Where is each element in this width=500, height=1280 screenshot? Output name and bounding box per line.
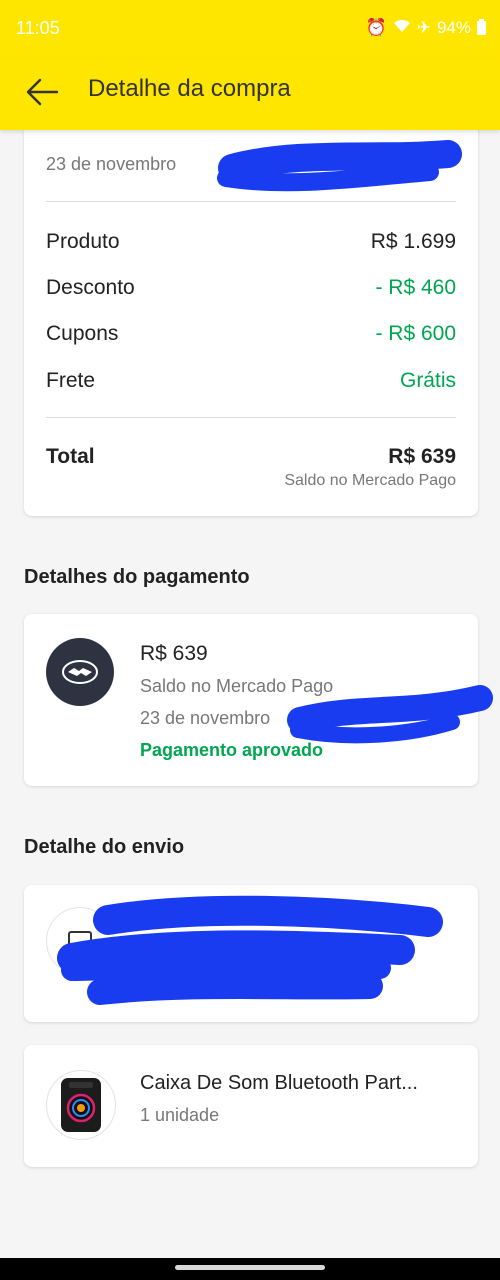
summary-label: Cupons — [46, 322, 119, 345]
product-name: Caixa De Som Bluetooth Part... — [140, 1072, 418, 1094]
order-date: 23 de novembro — [46, 154, 177, 174]
speaker-product-image — [46, 1070, 116, 1140]
page-title: Detalhe da compra — [88, 75, 291, 102]
status-time: 11:05 — [16, 18, 60, 38]
summary-value: Grátis — [399, 369, 456, 392]
app-bar: Detalhe da compra — [0, 58, 500, 130]
summary-label: Desconto — [46, 276, 135, 299]
payment-card[interactable]: R$ 639 Saldo no Mercado Pago 23 de novem… — [24, 614, 478, 786]
divider — [46, 201, 456, 202]
total-payment-method: Saldo no Mercado Pago — [284, 472, 456, 489]
status-icons: ⏰ ✈ 94% — [366, 18, 486, 38]
summary-value: - R$ 460 — [375, 276, 456, 299]
summary-label: Frete — [46, 369, 96, 392]
home-gesture-handle[interactable] — [175, 1265, 325, 1270]
summary-value: R$ 1.699 — [370, 230, 456, 253]
payment-date: 23 de novembro — [140, 708, 271, 728]
mercado-pago-handshake-icon — [46, 638, 114, 706]
shipping-section-title: Detalhe do envio — [24, 836, 185, 858]
payment-status: Pagamento aprovado — [140, 740, 324, 760]
summary-row-coupons: Cupons - R$ 600 — [46, 322, 456, 346]
divider — [46, 417, 456, 418]
shipping-card[interactable]: o — [24, 885, 478, 1022]
alarm-icon: ⏰ — [365, 18, 387, 37]
wifi-icon — [393, 18, 411, 38]
payment-amount: R$ 639 — [140, 642, 208, 665]
package-icon — [46, 907, 114, 975]
summary-label: Produto — [46, 230, 120, 253]
payment-method: Saldo no Mercado Pago — [140, 676, 334, 696]
system-navigation-bar — [0, 1258, 500, 1280]
summary-row-shipping: Frete Grátis — [46, 369, 456, 393]
summary-value: - R$ 600 — [375, 322, 456, 345]
order-summary-card: 23 de novembro Produto R$ 1.699 Desconto… — [24, 124, 478, 516]
arrow-left-icon — [26, 78, 59, 106]
payment-section-title: Detalhes do pagamento — [24, 566, 250, 588]
status-bar: 11:05 ⏰ ✈ 94% — [0, 0, 500, 58]
product-card[interactable]: Caixa De Som Bluetooth Part... 1 unidade — [24, 1045, 478, 1167]
back-button[interactable] — [22, 72, 62, 112]
airplane-icon: ✈ — [416, 18, 431, 37]
total-label: Total — [46, 445, 95, 468]
total-value: R$ 639 — [388, 445, 456, 468]
battery-percent: 94% — [436, 18, 471, 37]
summary-row-discount: Desconto - R$ 460 — [46, 276, 456, 300]
summary-row-total: Total R$ 639 — [46, 445, 456, 469]
shipping-status-text: o — [428, 913, 439, 934]
summary-row-product: Produto R$ 1.699 — [46, 230, 456, 254]
product-quantity: 1 unidade — [140, 1105, 220, 1125]
battery-icon — [477, 19, 486, 35]
